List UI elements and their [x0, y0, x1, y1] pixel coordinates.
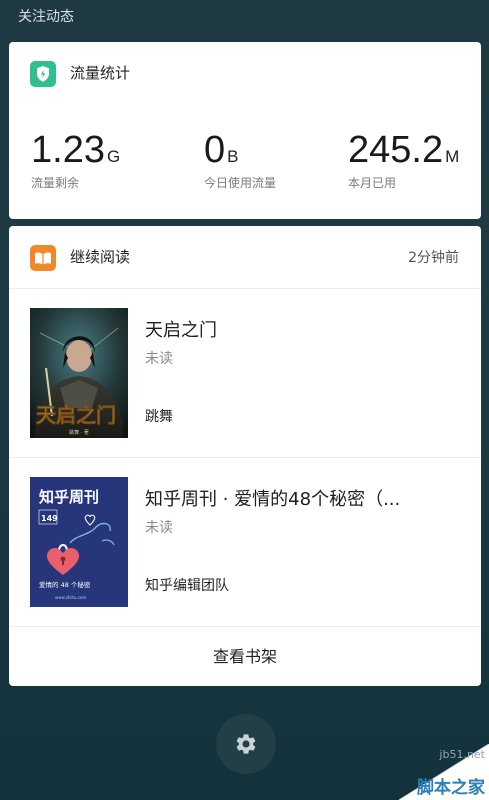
book-cover-caption: 爱情的 48 个秘密 [39, 580, 91, 589]
book-author: 跳舞 [145, 409, 173, 425]
view-bookshelf-button[interactable]: 查看书架 [9, 627, 481, 686]
book-status: 未读 [145, 351, 173, 367]
book-title: 知乎周刊 · 爱情的48个秘密（... [145, 489, 401, 510]
reading-card-title: 继续阅读 [70, 248, 131, 266]
last-read-time: 2分钟前 [408, 250, 459, 266]
traffic-card-header: 流量统计 [9, 42, 481, 104]
book-cover-image: 知乎周刊 149 爱情的 48 个秘密 www.zhihu.com [30, 477, 128, 607]
book-cover-image: 天启之门 跳舞 · 著 [30, 308, 128, 438]
stat-value: 245.2 [348, 129, 444, 171]
book-author: 知乎编辑团队 [145, 578, 229, 594]
stat-unit: B [227, 147, 239, 166]
shield-icon [30, 61, 56, 87]
watermark-url: jb51.net [439, 748, 485, 761]
stat-unit: G [106, 147, 121, 166]
book-cover-site: www.zhihu.com [55, 595, 86, 600]
book-cover-title: 知乎周刊 [39, 488, 99, 506]
stat-label: 流量剩余 [31, 176, 80, 190]
gear-icon [236, 734, 256, 754]
book-item-1[interactable]: 天启之门 跳舞 · 著 天启之门 未读 跳舞 [9, 289, 481, 458]
stat-label: 今日使用流量 [204, 176, 277, 190]
stat-data-today: 0B 今日使用流量 [204, 130, 276, 191]
book-cover-title: 天启之门 [36, 403, 117, 428]
reading-card-header[interactable]: 继续阅读 2分钟前 [9, 226, 481, 289]
page-title: 关注动态 [18, 9, 74, 25]
book-item-2[interactable]: 知乎周刊 149 爱情的 48 个秘密 www.zhihu.com 知乎周刊 ·… [9, 458, 481, 627]
watermark: jb51.net 脚本之家 [379, 744, 489, 800]
book-icon [30, 245, 56, 271]
stat-unit: M [445, 147, 460, 166]
stat-data-remaining: 1.23 G 流量剩余 [31, 130, 120, 191]
stat-value: 1.23 [31, 129, 105, 171]
book-cover-issue: 149 [41, 514, 58, 523]
stat-value: 0 [204, 129, 226, 171]
book-title: 天启之门 [145, 320, 217, 341]
continue-reading-card: 继续阅读 2分钟前 天启之门 跳舞 · 著 天启之门 未读 跳舞 知乎周刊 14… [9, 226, 481, 686]
traffic-stats-card[interactable]: 流量统计 1.23 G 流量剩余 0B 今日使用流量 245.2 M 本月已用 [9, 42, 481, 219]
book-cover-byline: 跳舞 · 著 [69, 429, 89, 436]
settings-button[interactable] [216, 714, 276, 774]
stat-data-month: 245.2 M 本月已用 [348, 130, 459, 191]
svg-text:天启之门: 天启之门 [36, 403, 116, 427]
traffic-card-title: 流量统计 [70, 64, 131, 82]
watermark-name: 脚本之家 [417, 778, 485, 798]
book-status: 未读 [145, 520, 173, 536]
stat-label: 本月已用 [348, 176, 397, 190]
